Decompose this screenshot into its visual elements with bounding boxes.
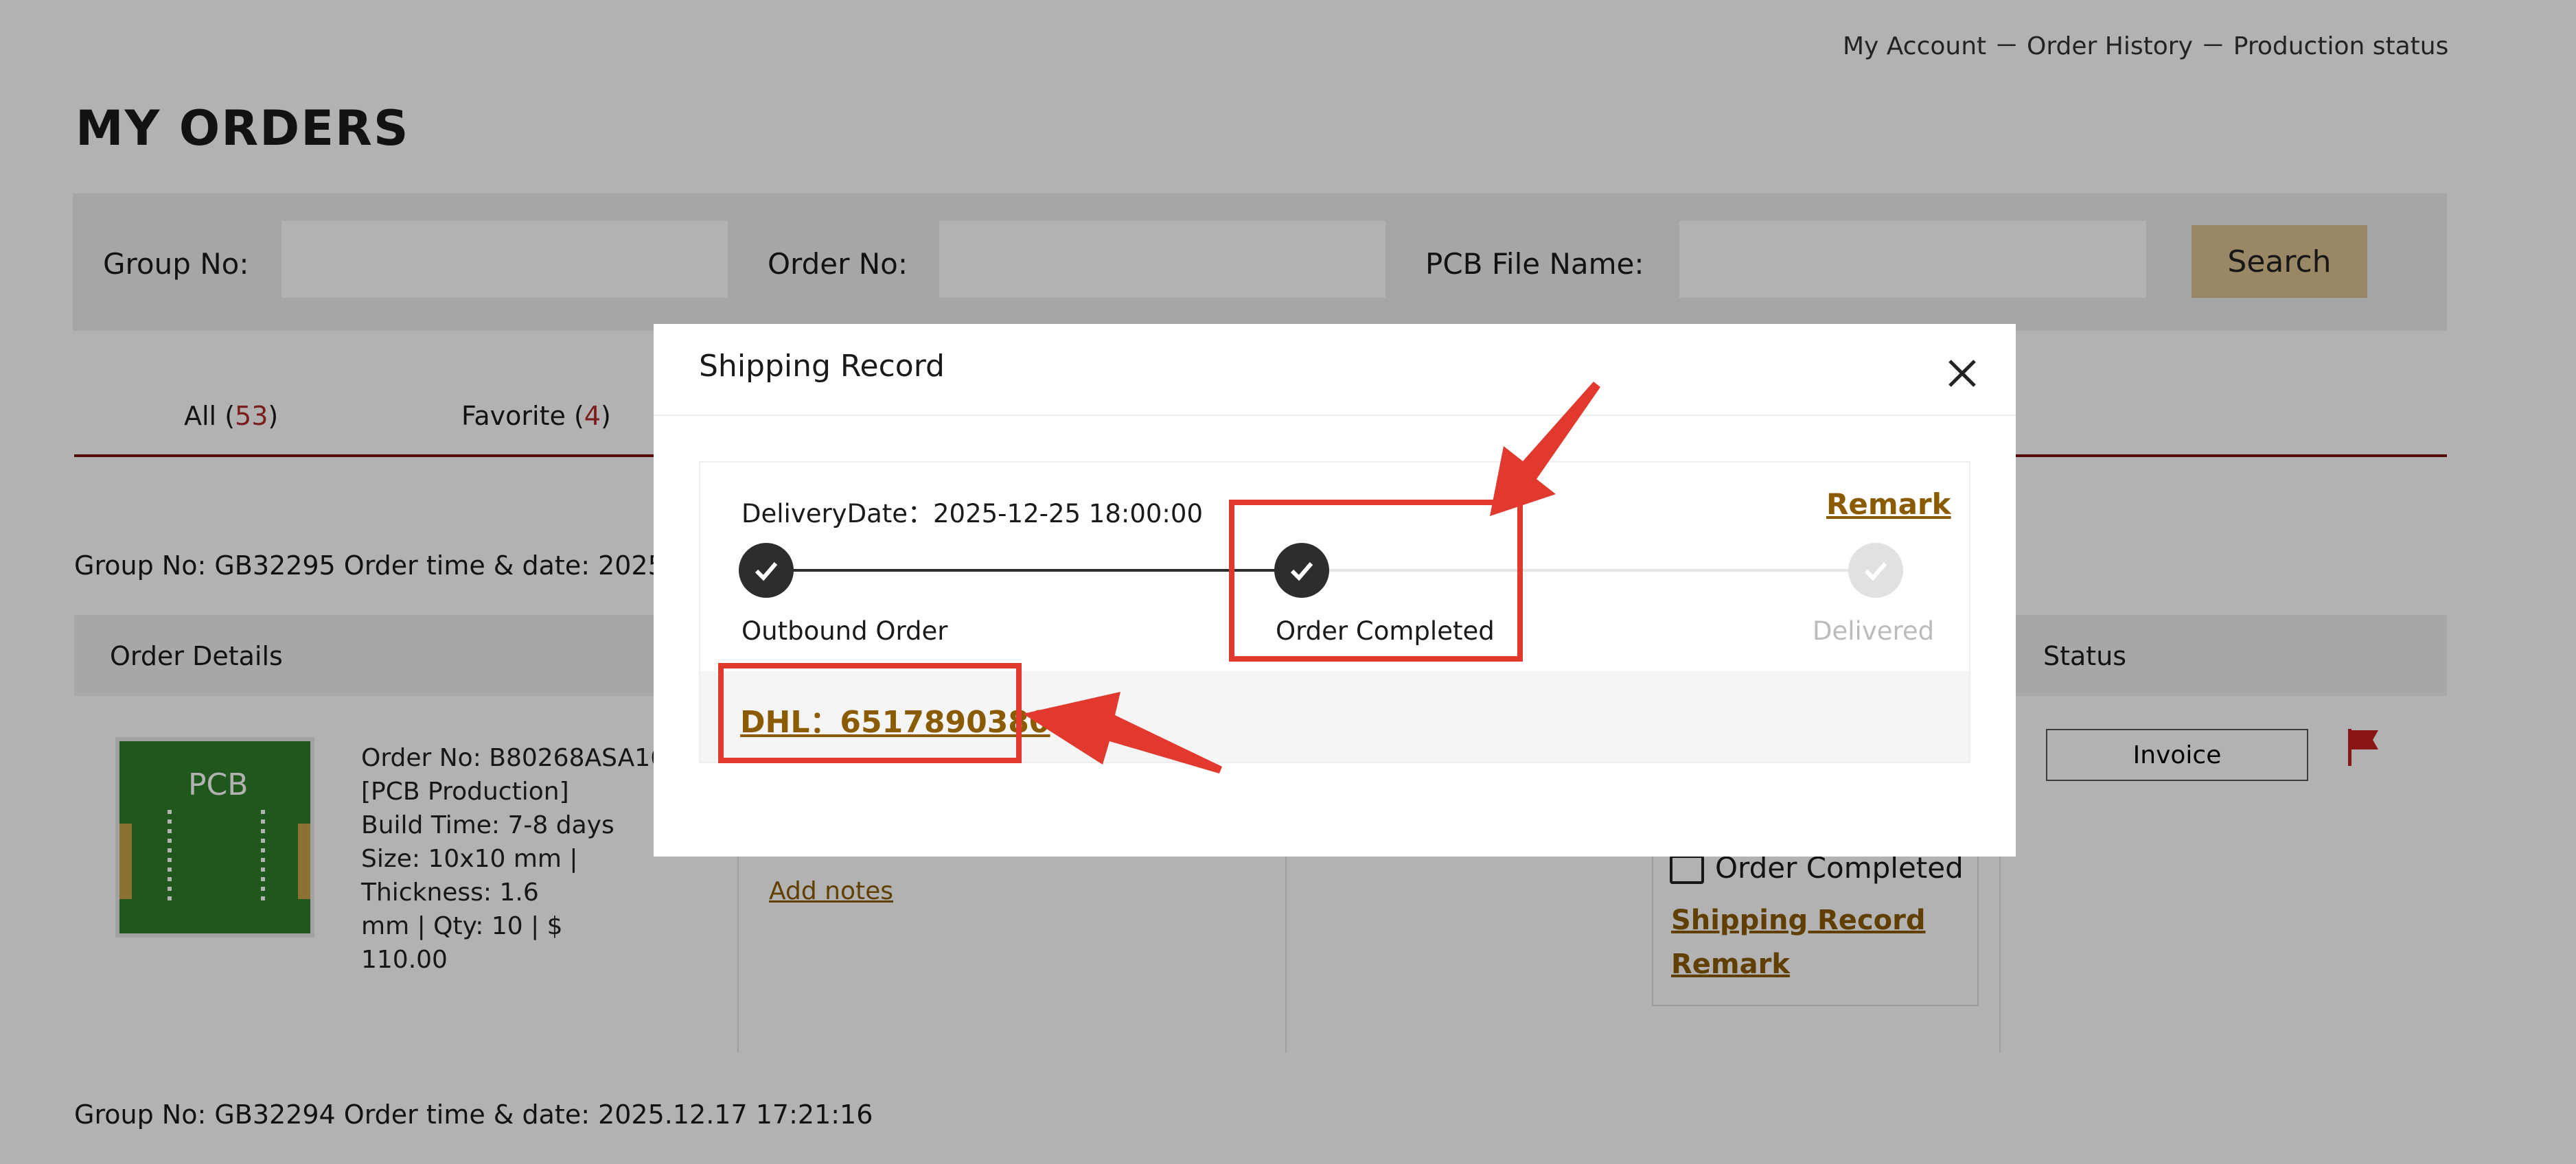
annotation-arrows (1023, 382, 1600, 773)
annotation-arrow-left-icon (1023, 692, 1222, 773)
annotation-arrow-down-icon (1490, 382, 1600, 516)
